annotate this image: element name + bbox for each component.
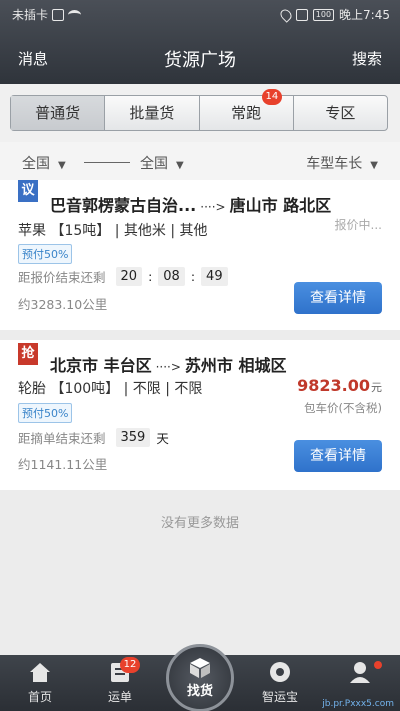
top-bar: 未插卡 100 晚上7:45 消息 货源广场 搜索 bbox=[0, 0, 400, 84]
nav-wallet-label: 智运宝 bbox=[261, 690, 298, 704]
box-icon bbox=[190, 658, 210, 678]
destination-filter[interactable]: 全国 ▼ bbox=[140, 153, 184, 173]
caret-down-icon: ▼ bbox=[58, 160, 66, 171]
cargo-card[interactable]: 抢 北京市 丰台区 ····> 苏州市 相城区 轮胎 【100吨】 | 不限 | 不… bbox=[0, 340, 400, 490]
wallet-icon bbox=[270, 662, 290, 682]
battery-icon: 100 bbox=[312, 8, 335, 21]
origin-filter[interactable]: 全国 ▼ bbox=[22, 153, 66, 173]
find-cargo-button[interactable]: 找货 bbox=[166, 644, 234, 711]
watermark: jb.pr.Pxxx5.com bbox=[322, 699, 394, 709]
nav-orders-label: 运单 bbox=[107, 690, 132, 704]
notification-dot bbox=[374, 661, 382, 669]
page-title: 货源广场 bbox=[164, 50, 236, 71]
countdown-hours: 20 bbox=[115, 267, 143, 286]
nav-orders[interactable]: 12 运单 bbox=[80, 655, 160, 711]
route-line bbox=[84, 162, 130, 163]
route: 北京市 丰台区 ····> 苏州市 相城区 bbox=[50, 352, 286, 376]
countdown-label: 距报价结束还剩 bbox=[18, 270, 106, 285]
tab-label: 普通货 bbox=[35, 104, 81, 122]
route-arrow-icon: ····> bbox=[200, 200, 226, 214]
countdown-separator: : bbox=[148, 269, 153, 284]
countdown: 距报价结束还剩 20:08:49 bbox=[18, 267, 228, 286]
nav-wallet[interactable]: 智运宝 bbox=[240, 655, 320, 711]
tab-label: 常跑 bbox=[231, 104, 262, 122]
nav-home-label: 首页 bbox=[27, 690, 52, 704]
vibrate-icon bbox=[295, 8, 308, 21]
tab-bulk[interactable]: 批量货 bbox=[105, 96, 200, 130]
vehicle-filter-label: 车型车长 bbox=[306, 156, 363, 172]
status-bar: 未插卡 100 晚上7:45 bbox=[0, 0, 400, 28]
vehicle-filter[interactable]: 车型车长 ▼ bbox=[306, 153, 378, 173]
orders-badge: 12 bbox=[120, 657, 140, 673]
tab-label: 专区 bbox=[325, 104, 356, 122]
nav-home[interactable]: 首页 bbox=[0, 655, 80, 711]
sim-icon bbox=[52, 8, 65, 21]
prepay-badge: 预付50% bbox=[18, 403, 73, 423]
tab-frequent[interactable]: 常跑 14 bbox=[200, 89, 294, 130]
distance: 约3283.10公里 bbox=[18, 297, 108, 312]
route-arrow-icon: ····> bbox=[155, 360, 181, 374]
destination-filter-label: 全国 bbox=[140, 156, 168, 172]
carrier-text: 未插卡 bbox=[12, 8, 49, 22]
clock: 晚上7:45 bbox=[339, 8, 390, 22]
tab-zone[interactable]: 专区 bbox=[294, 96, 387, 130]
distance: 约1141.11公里 bbox=[18, 457, 108, 472]
price-value: 9823.00 bbox=[297, 376, 370, 395]
wifi-icon bbox=[68, 9, 82, 20]
no-more-data: 没有更多数据 bbox=[160, 516, 239, 531]
countdown-days: 359 bbox=[115, 428, 151, 447]
view-details-button[interactable]: 查看详情 bbox=[294, 440, 382, 472]
countdown-label: 距摘单结束还剩 bbox=[18, 431, 106, 446]
route-destination: 唐山市 路北区 bbox=[229, 196, 332, 215]
route-origin: 北京市 丰台区 bbox=[50, 356, 152, 375]
tab-normal[interactable]: 普通货 bbox=[11, 96, 106, 130]
countdown: 距摘单结束还剩 359 天 bbox=[18, 428, 169, 447]
origin-filter-label: 全国 bbox=[22, 156, 50, 172]
prepay-badge: 预付50% bbox=[18, 244, 73, 264]
route: 巴音郭楞蒙古自治... ····> 唐山市 路北区 bbox=[50, 192, 331, 216]
countdown-minutes: 08 bbox=[158, 267, 185, 286]
countdown-separator: : bbox=[190, 269, 196, 284]
quote-status: 报价中... bbox=[334, 218, 382, 232]
profile-icon bbox=[350, 662, 370, 683]
tabs-area: 普通货 批量货 常跑 14 专区 bbox=[0, 84, 400, 142]
segment-tabs: 普通货 批量货 常跑 14 专区 bbox=[10, 89, 388, 131]
tab-label: 批量货 bbox=[129, 104, 175, 122]
search-button[interactable]: 搜索 bbox=[352, 48, 382, 69]
frequent-count-badge: 14 bbox=[261, 89, 283, 105]
negotiate-tag: 议 bbox=[18, 180, 38, 202]
find-cargo-label: 找货 bbox=[186, 684, 213, 699]
location-icon bbox=[277, 6, 294, 23]
grab-tag: 抢 bbox=[18, 343, 38, 365]
caret-down-icon: ▼ bbox=[176, 160, 184, 171]
goods-info: 轮胎 【100吨】 | 不限 | 不限 bbox=[18, 381, 203, 397]
view-details-button[interactable]: 查看详情 bbox=[294, 282, 382, 314]
caret-down-icon: ▼ bbox=[370, 160, 378, 171]
home-icon bbox=[30, 663, 50, 682]
price-type: 包车价(不含税) bbox=[304, 401, 382, 415]
route-origin: 巴音郭楞蒙古自治... bbox=[50, 196, 197, 215]
countdown-seconds: 49 bbox=[201, 267, 228, 286]
price: 9823.00元 bbox=[297, 376, 382, 395]
goods-info: 苹果 【15吨】 | 其他米 | 其他 bbox=[18, 223, 208, 239]
price-unit: 元 bbox=[371, 381, 382, 394]
cargo-card[interactable]: 议 巴音郭楞蒙古自治... ····> 唐山市 路北区 苹果 【15吨】 | 其他米… bbox=[0, 180, 400, 330]
days-unit: 天 bbox=[156, 431, 169, 446]
filter-row: 全国 ▼ 全国 ▼ 车型车长 ▼ bbox=[0, 142, 400, 180]
route-destination: 苏州市 相城区 bbox=[184, 356, 287, 375]
header: 消息 货源广场 搜索 bbox=[0, 38, 400, 78]
